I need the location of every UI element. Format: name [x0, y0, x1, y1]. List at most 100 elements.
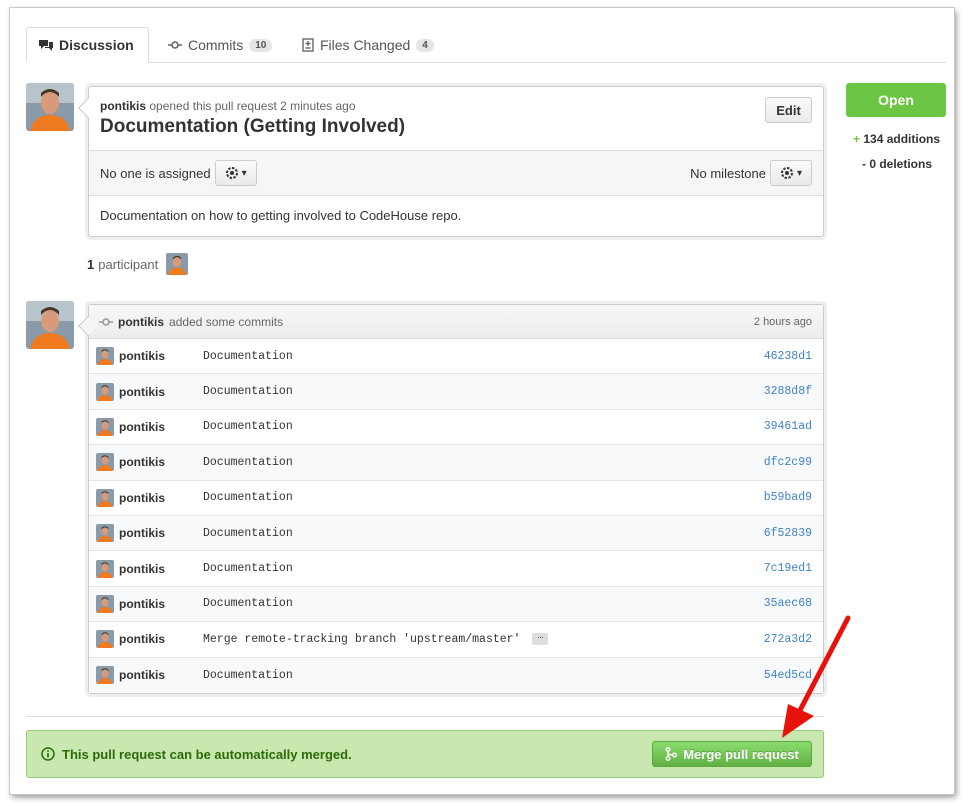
commit-message-text[interactable]: Documentation — [203, 420, 293, 433]
commit-row: pontikis Documentation dfc2c99 — [89, 445, 823, 481]
commit-author-avatar[interactable] — [96, 630, 114, 649]
merge-message: This pull request can be automatically m… — [41, 747, 352, 762]
commit-message: Documentation — [203, 420, 764, 433]
pr-title: Documentation (Getting Involved) — [100, 116, 406, 137]
commit-author[interactable]: pontikis — [119, 668, 203, 682]
commit-message-text[interactable]: Documentation — [203, 385, 293, 398]
commit-message-text[interactable]: Documentation — [203, 669, 293, 682]
commit-sha-link[interactable]: 6f52839 — [764, 527, 812, 540]
commit-row: pontikis Documentation 46238d1 — [89, 339, 823, 375]
commit-author[interactable]: pontikis — [119, 597, 203, 611]
commits-count-badge: 10 — [249, 38, 273, 52]
commit-message: Documentation — [203, 562, 764, 575]
expand-message-button[interactable]: … — [532, 632, 549, 646]
additions-stat: + 134 additions — [853, 132, 940, 146]
commit-author[interactable]: pontikis — [119, 455, 203, 469]
commit-message-text[interactable]: Documentation — [203, 491, 293, 504]
commit-sha-link[interactable]: b59bad9 — [764, 491, 812, 504]
commit-author-avatar[interactable] — [96, 382, 114, 401]
deletions-stat: - 0 deletions — [862, 157, 933, 171]
commit-author-avatar[interactable] — [96, 347, 114, 366]
commit-row: pontikis Documentation 3288d8f — [89, 374, 823, 410]
commit-author[interactable]: pontikis — [119, 632, 203, 646]
caret-down-icon: ▾ — [796, 167, 803, 179]
tab-discussion[interactable]: Discussion — [26, 27, 149, 63]
file-diff-icon — [302, 38, 314, 52]
merge-pull-request-button[interactable]: Merge pull request — [652, 741, 812, 767]
commit-message: Documentation — [203, 491, 764, 504]
commit-author-avatar[interactable] — [96, 417, 114, 436]
commit-message: Documentation — [203, 669, 764, 682]
commit-message-text[interactable]: Merge remote-tracking branch 'upstream/m… — [203, 633, 520, 646]
commits-header: pontikis added some commits 2 hours ago — [89, 305, 823, 339]
commit-row: pontikis Documentation 6f52839 — [89, 515, 823, 552]
commit-author-avatar[interactable] — [96, 666, 114, 685]
commit-author[interactable]: pontikis — [119, 491, 203, 505]
merge-icon — [665, 747, 678, 761]
commit-author[interactable]: pontikis — [119, 526, 203, 540]
pr-state-badge: Open — [846, 83, 946, 117]
commits-box: pontikis added some commits 2 hours ago … — [78, 304, 824, 694]
commit-sha-link[interactable]: 46238d1 — [764, 350, 812, 363]
pull-request-header-box: pontikis opened this pull request 2 minu… — [78, 86, 824, 237]
commit-author-avatar[interactable] — [96, 559, 114, 578]
participant-count: 1 — [87, 256, 95, 272]
commit-author-avatar[interactable] — [96, 453, 114, 472]
commits-author-avatar[interactable] — [26, 301, 74, 349]
commit-author-avatar[interactable] — [96, 594, 114, 613]
pr-meta: pontikis opened this pull request 2 minu… — [100, 99, 812, 113]
commit-message-text[interactable]: Documentation — [203, 456, 293, 469]
info-icon — [41, 747, 55, 761]
commit-author[interactable]: pontikis — [119, 385, 203, 399]
commit-author-avatar[interactable] — [96, 524, 114, 543]
commit-author[interactable]: pontikis — [119, 349, 203, 363]
milestone-gear-button[interactable]: ▾ — [770, 160, 812, 186]
gear-icon — [225, 167, 238, 179]
commit-row: pontikis Documentation 7c19ed1 — [89, 551, 823, 587]
commit-message-text[interactable]: Documentation — [203, 527, 293, 540]
merge-message-text: This pull request can be automatically m… — [62, 746, 352, 762]
commit-row: pontikis Documentation 54ed5cd — [89, 657, 823, 693]
additions-text: 134 additions — [863, 132, 941, 146]
commit-icon — [99, 317, 113, 326]
commit-message-text[interactable]: Documentation — [203, 350, 293, 363]
commits-action-text: added some commits — [169, 314, 284, 329]
commit-sha-link[interactable]: 7c19ed1 — [764, 562, 812, 575]
tab-label: Files Changed — [320, 37, 411, 53]
assignee-text: No one is assigned — [100, 165, 211, 181]
merge-status-box: This pull request can be automatically m… — [26, 730, 824, 778]
commit-author[interactable]: pontikis — [119, 562, 203, 576]
commit-message: Merge remote-tracking branch 'upstream/m… — [203, 632, 764, 646]
pr-author-link[interactable]: pontikis — [100, 99, 146, 113]
merge-button-label: Merge pull request — [683, 746, 799, 762]
divider — [26, 716, 824, 717]
commit-sha-link[interactable]: 3288d8f — [764, 385, 812, 398]
commit-author[interactable]: pontikis — [119, 420, 203, 434]
commit-message-text[interactable]: Documentation — [203, 562, 293, 575]
commit-row: pontikis Documentation b59bad9 — [89, 481, 823, 516]
tab-commits[interactable]: Commits 10 — [156, 27, 284, 63]
author-avatar[interactable] — [26, 83, 74, 131]
commit-sha-link[interactable]: dfc2c99 — [764, 456, 812, 469]
commit-sha-link[interactable]: 272a3d2 — [764, 633, 812, 646]
commit-author-avatar[interactable] — [96, 488, 114, 507]
assignee-gear-button[interactable]: ▾ — [214, 160, 257, 186]
commits-time: 2 hours ago — [753, 315, 812, 328]
milestone-section: No milestone ▾ — [690, 160, 812, 186]
commit-message: Documentation — [203, 597, 764, 610]
tab-files-changed[interactable]: Files Changed 4 — [290, 27, 446, 63]
commit-sha-link[interactable]: 35aec68 — [764, 597, 812, 610]
assignee-section: No one is assigned ▾ — [100, 160, 257, 186]
commit-list: pontikis Documentation 46238d1 pontikis Docu… — [89, 339, 823, 693]
commit-row: pontikis Documentation 39461ad — [89, 410, 823, 446]
pr-opened-text: opened this pull request 2 minutes ago — [149, 99, 356, 113]
commits-author-link[interactable]: pontikis — [118, 315, 164, 329]
edit-button[interactable]: Edit — [765, 97, 812, 123]
files-count-badge: 4 — [416, 38, 434, 52]
participant-avatar[interactable] — [166, 253, 189, 275]
tab-label: Discussion — [59, 37, 134, 53]
commit-sha-link[interactable]: 54ed5cd — [764, 669, 812, 682]
commit-message-text[interactable]: Documentation — [203, 597, 293, 610]
commit-row: pontikis Merge remote-tracking branch 'up… — [89, 622, 823, 658]
commit-sha-link[interactable]: 39461ad — [764, 420, 812, 433]
